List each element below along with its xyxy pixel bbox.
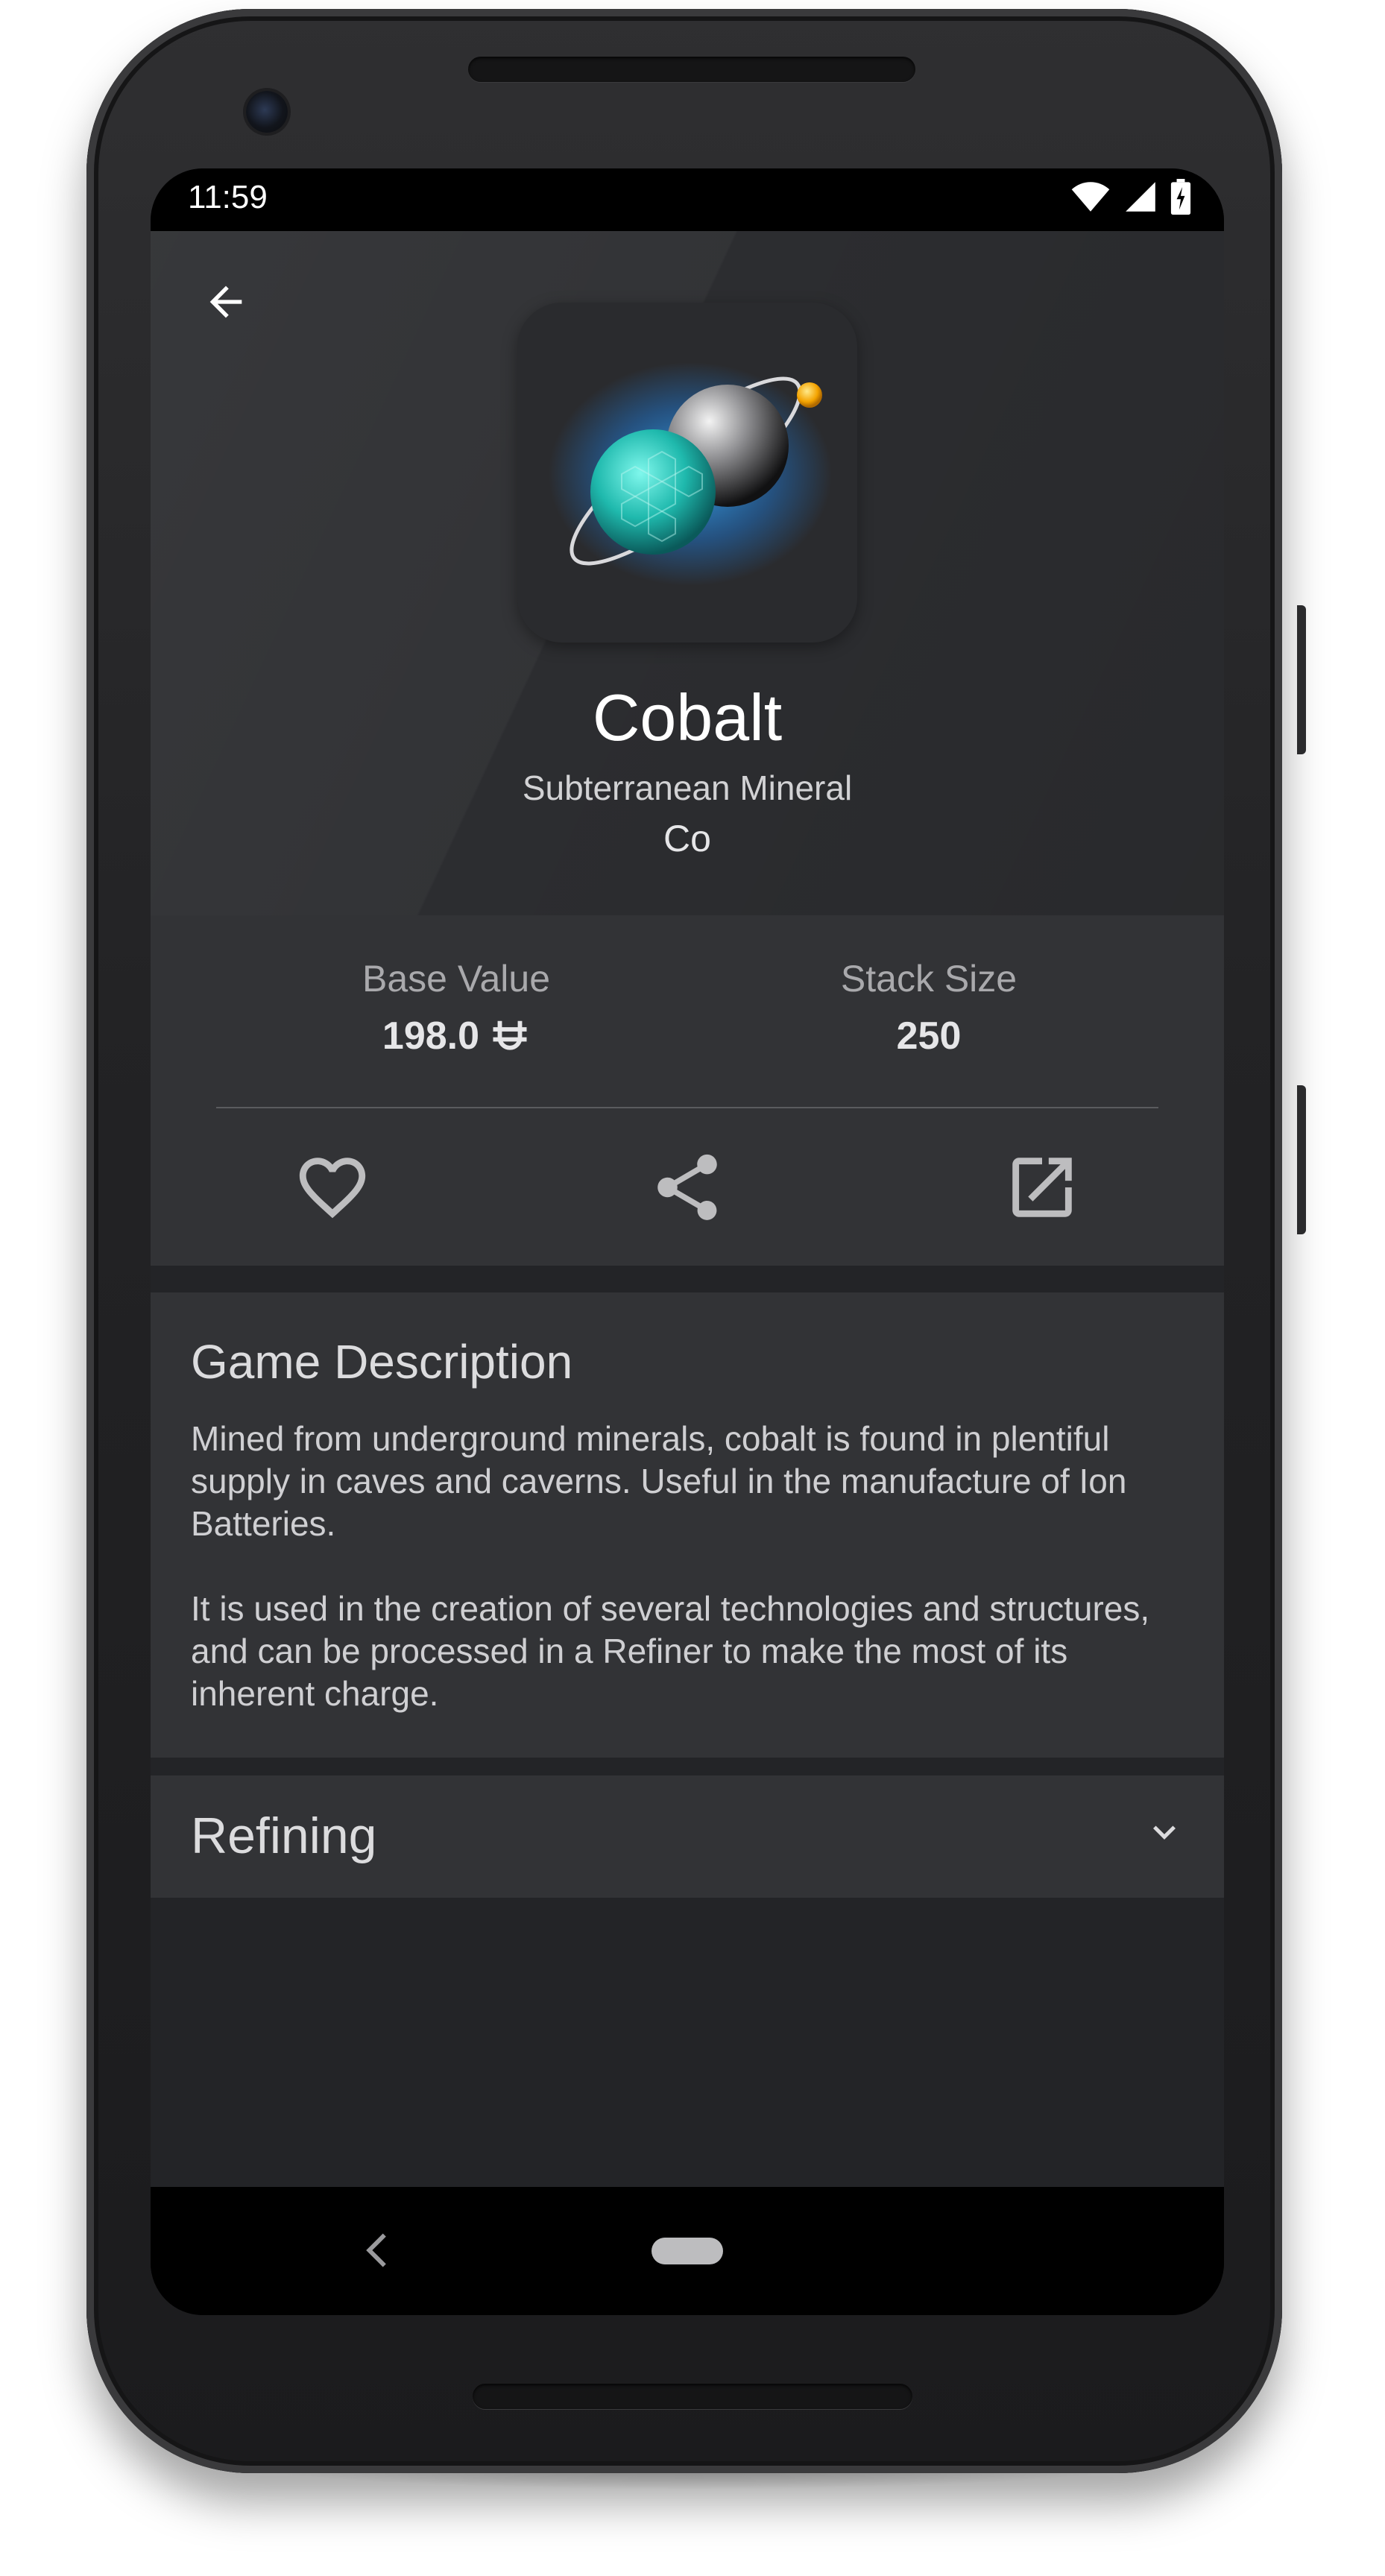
nav-back-icon[interactable] [352, 2224, 404, 2276]
cobalt-planet-icon [549, 362, 832, 586]
volume-button [1297, 1085, 1306, 1234]
stack-size-label: Stack Size [840, 958, 1018, 1000]
top-speaker [468, 57, 915, 82]
description-paragraph: It is used in the creation of several te… [191, 1589, 1150, 1713]
nav-home-button[interactable] [652, 2238, 723, 2264]
status-bar: 11:59 [151, 168, 1224, 231]
share-icon [657, 1154, 717, 1220]
stats-divider [216, 1107, 1158, 1108]
front-camera [246, 91, 288, 133]
item-detail-page: Cobalt Subterranean Mineral Co Base Valu… [151, 231, 1224, 2187]
refining-section-header[interactable]: Refining [151, 1775, 1224, 1898]
stack-size-stat: Stack Size 250 [705, 957, 1152, 1058]
screen: 11:59 Cobalt Subterranean Mineral Co Bas… [151, 168, 1224, 2315]
signal-icon [1126, 182, 1155, 212]
back-button[interactable] [192, 268, 259, 335]
open-external-button[interactable] [994, 1139, 1091, 1236]
status-icons [1070, 179, 1191, 215]
description-paragraph: Mined from underground minerals, cobalt … [191, 1419, 1127, 1543]
description-body: Mined from underground minerals, cobalt … [191, 1418, 1197, 1758]
base-value-stat: Base Value 198.0 [233, 957, 680, 1058]
item-header: Cobalt Subterranean Mineral Co [151, 231, 1224, 915]
arrow-back-icon [209, 285, 242, 318]
description-card: Game Description Mined from underground … [151, 1292, 1224, 1758]
stats-card: Base Value 198.0 Stack Size 250 [151, 915, 1224, 1266]
wifi-icon [1071, 182, 1110, 212]
share-button[interactable] [639, 1139, 736, 1236]
heart-icon [299, 1158, 366, 1219]
open-external-icon [1012, 1158, 1072, 1217]
favorite-button[interactable] [284, 1139, 381, 1236]
navigation-bar [151, 2187, 1224, 2315]
item-icon-frame [517, 303, 857, 643]
power-button [1297, 605, 1306, 754]
item-symbol: Co [663, 818, 711, 859]
description-title: Game Description [191, 1335, 573, 1389]
battery-charging-icon [1170, 179, 1191, 215]
units-currency-icon [493, 1020, 527, 1050]
chevron-down-icon [1153, 1825, 1176, 1840]
base-value-label: Base Value [362, 958, 551, 1000]
item-category: Subterranean Mineral [522, 768, 853, 807]
bottom-speaker [473, 2384, 912, 2409]
refining-title: Refining [191, 1808, 377, 1864]
stack-size-value: 250 [896, 1014, 962, 1058]
base-value-amount: 198.0 [382, 1014, 480, 1058]
status-time: 11:59 [188, 179, 268, 215]
item-name: Cobalt [592, 681, 783, 754]
base-value: 198.0 [233, 1014, 680, 1058]
